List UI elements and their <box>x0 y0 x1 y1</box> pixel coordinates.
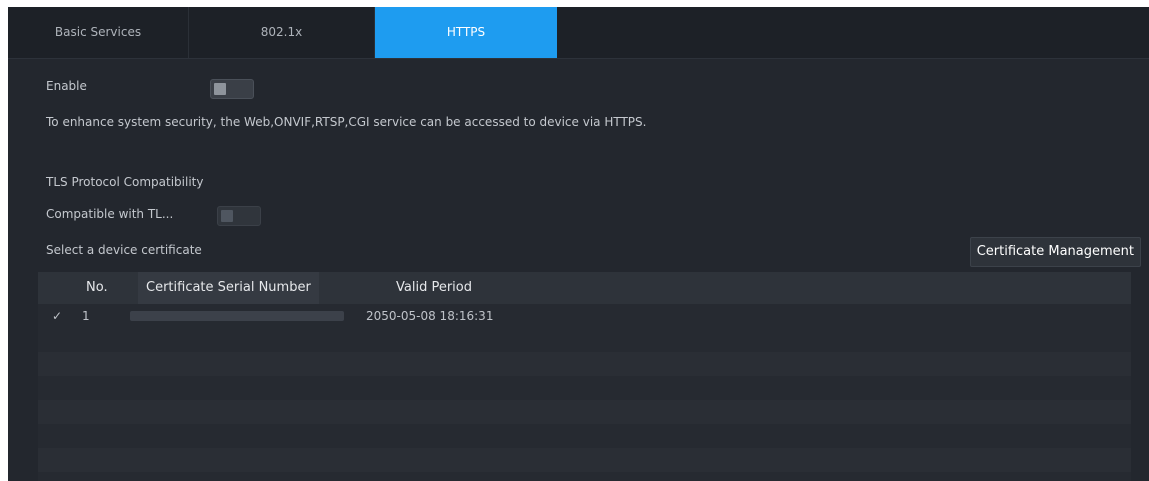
empty-table-row <box>38 448 1131 472</box>
row-valid-period: 2050-05-08 18:16:31 <box>366 309 494 323</box>
toggle-knob <box>221 210 233 222</box>
table-header: No. Certificate Serial Number Valid Peri… <box>38 272 1131 304</box>
header-serial-number: Certificate Serial Number <box>138 272 319 304</box>
tls-section-label: TLS Protocol Compatibility <box>46 175 204 189</box>
compatible-tls-toggle <box>217 206 261 226</box>
empty-table-row <box>38 352 1131 376</box>
https-settings-panel: Basic Services 802.1x HTTPS Enable To en… <box>8 7 1149 481</box>
select-certificate-label: Select a device certificate <box>46 243 202 257</box>
toggle-knob <box>214 83 226 95</box>
header-no: No. <box>86 280 108 295</box>
https-info-text: To enhance system security, the Web,ONVI… <box>46 115 647 129</box>
tab-bar: Basic Services 802.1x HTTPS <box>8 7 1149 59</box>
tab-basic-services[interactable]: Basic Services <box>8 7 189 58</box>
header-valid-period: Valid Period <box>396 280 472 295</box>
certificate-table: No. Certificate Serial Number Valid Peri… <box>38 272 1131 481</box>
row-no: 1 <box>82 309 90 323</box>
certificate-management-button[interactable]: Certificate Management <box>969 237 1141 267</box>
enable-toggle[interactable] <box>210 79 254 99</box>
serial-number-masked <box>130 311 344 321</box>
enable-label: Enable <box>46 79 87 93</box>
tab-https[interactable]: HTTPS <box>375 7 557 58</box>
row-selected-check-icon[interactable]: ✓ <box>52 304 62 328</box>
table-row[interactable]: ✓ 1 2050-05-08 18:16:31 <box>38 304 1131 328</box>
tab-802-1x[interactable]: 802.1x <box>189 7 375 58</box>
compatible-tls-label: Compatible with TL... <box>46 207 174 221</box>
empty-table-row <box>38 400 1131 424</box>
